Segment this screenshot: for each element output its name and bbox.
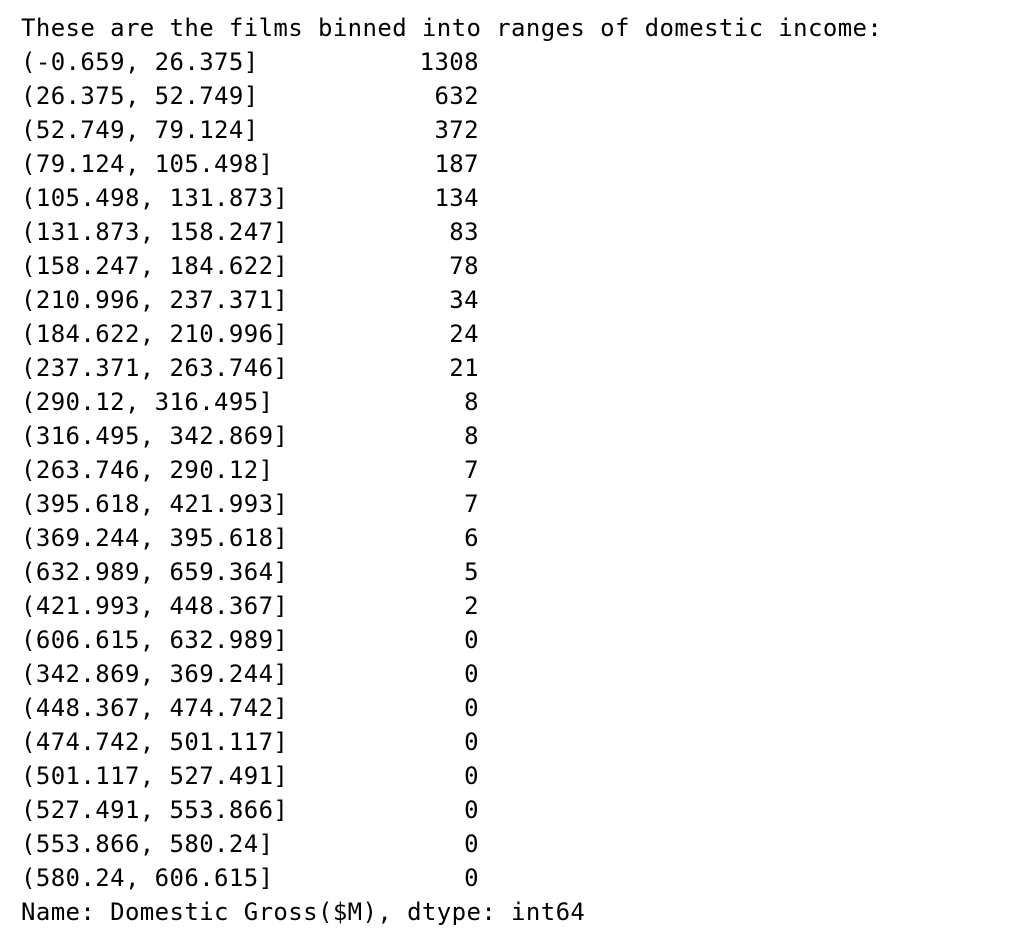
bin-count-value: 83 [449, 218, 479, 246]
bin-range-label: (342.869, 369.244] [21, 660, 289, 688]
bin-count-value: 21 [449, 354, 479, 382]
bin-range-label: (263.746, 290.12] [21, 456, 274, 484]
list-item: (290.12, 316.495] 8 [21, 385, 1011, 419]
list-item: (395.618, 421.993] 7 [21, 487, 1011, 521]
value-counts-list: (-0.659, 26.375] 1308 (26.375, 52.749] 632(… [21, 45, 1011, 895]
bin-count-value: 8 [464, 422, 479, 450]
bin-count-value: 1308 [419, 48, 479, 76]
bin-count-value: 2 [464, 592, 479, 620]
bin-range-label: (580.24, 606.615] [21, 864, 274, 892]
list-item: (527.491, 553.866] 0 [21, 793, 1011, 827]
bin-range-label: (105.498, 131.873] [21, 184, 289, 212]
list-item: (-0.659, 26.375] 1308 [21, 45, 1011, 79]
list-item: (448.367, 474.742] 0 [21, 691, 1011, 725]
list-item: (105.498, 131.873] 134 [21, 181, 1011, 215]
bin-count-value: 187 [434, 150, 479, 178]
bin-range-label: (316.495, 342.869] [21, 422, 289, 450]
bin-count-value: 0 [464, 660, 479, 688]
bin-count-value: 5 [464, 558, 479, 586]
bin-count-value: 372 [434, 116, 479, 144]
console-output: These are the films binned into ranges o… [21, 11, 1011, 929]
bin-count-value: 7 [464, 456, 479, 484]
bin-count-value: 0 [464, 694, 479, 722]
series-footer: Name: Domestic Gross($M), dtype: int64 [21, 898, 586, 926]
bin-range-label: (158.247, 184.622] [21, 252, 289, 280]
bin-range-label: (527.491, 553.866] [21, 796, 289, 824]
bin-count-value: 632 [434, 82, 479, 110]
bin-range-label: (421.993, 448.367] [21, 592, 289, 620]
list-item: (369.244, 395.618] 6 [21, 521, 1011, 555]
list-item: (237.371, 263.746] 21 [21, 351, 1011, 385]
bin-count-value: 34 [449, 286, 479, 314]
bin-count-value: 0 [464, 728, 479, 756]
bin-range-label: (501.117, 527.491] [21, 762, 289, 790]
bin-count-value: 0 [464, 796, 479, 824]
list-item: (421.993, 448.367] 2 [21, 589, 1011, 623]
bin-count-value: 7 [464, 490, 479, 518]
list-item: (26.375, 52.749] 632 [21, 79, 1011, 113]
bin-count-value: 0 [464, 762, 479, 790]
bin-range-label: (395.618, 421.993] [21, 490, 289, 518]
list-item: (52.749, 79.124] 372 [21, 113, 1011, 147]
bin-count-value: 78 [449, 252, 479, 280]
bin-range-label: (606.615, 632.989] [21, 626, 289, 654]
bin-count-value: 0 [464, 830, 479, 858]
bin-range-label: (369.244, 395.618] [21, 524, 289, 552]
bin-count-value: 8 [464, 388, 479, 416]
list-item: (158.247, 184.622] 78 [21, 249, 1011, 283]
bin-count-value: 6 [464, 524, 479, 552]
bin-range-label: (448.367, 474.742] [21, 694, 289, 722]
bin-range-label: (210.996, 237.371] [21, 286, 289, 314]
list-item: (131.873, 158.247] 83 [21, 215, 1011, 249]
list-item: (474.742, 501.117] 0 [21, 725, 1011, 759]
bin-range-label: (474.742, 501.117] [21, 728, 289, 756]
bin-range-label: (553.866, 580.24] [21, 830, 274, 858]
list-item: (606.615, 632.989] 0 [21, 623, 1011, 657]
list-item: (79.124, 105.498] 187 [21, 147, 1011, 181]
list-item: (553.866, 580.24] 0 [21, 827, 1011, 861]
bin-range-label: (26.375, 52.749] [21, 82, 259, 110]
bin-range-label: (237.371, 263.746] [21, 354, 289, 382]
bin-range-label: (632.989, 659.364] [21, 558, 289, 586]
bin-count-value: 24 [449, 320, 479, 348]
list-item: (263.746, 290.12] 7 [21, 453, 1011, 487]
bin-range-label: (79.124, 105.498] [21, 150, 274, 178]
list-item: (342.869, 369.244] 0 [21, 657, 1011, 691]
bin-range-label: (131.873, 158.247] [21, 218, 289, 246]
bin-range-label: (52.749, 79.124] [21, 116, 259, 144]
list-item: (501.117, 527.491] 0 [21, 759, 1011, 793]
list-item: (210.996, 237.371] 34 [21, 283, 1011, 317]
bin-count-value: 0 [464, 864, 479, 892]
list-item: (632.989, 659.364] 5 [21, 555, 1011, 589]
list-item: (184.622, 210.996] 24 [21, 317, 1011, 351]
output-header: These are the films binned into ranges o… [21, 14, 883, 42]
bin-range-label: (-0.659, 26.375] [21, 48, 259, 76]
bin-count-value: 134 [434, 184, 479, 212]
list-item: (316.495, 342.869] 8 [21, 419, 1011, 453]
bin-range-label: (184.622, 210.996] [21, 320, 289, 348]
bin-range-label: (290.12, 316.495] [21, 388, 274, 416]
list-item: (580.24, 606.615] 0 [21, 861, 1011, 895]
bin-count-value: 0 [464, 626, 479, 654]
